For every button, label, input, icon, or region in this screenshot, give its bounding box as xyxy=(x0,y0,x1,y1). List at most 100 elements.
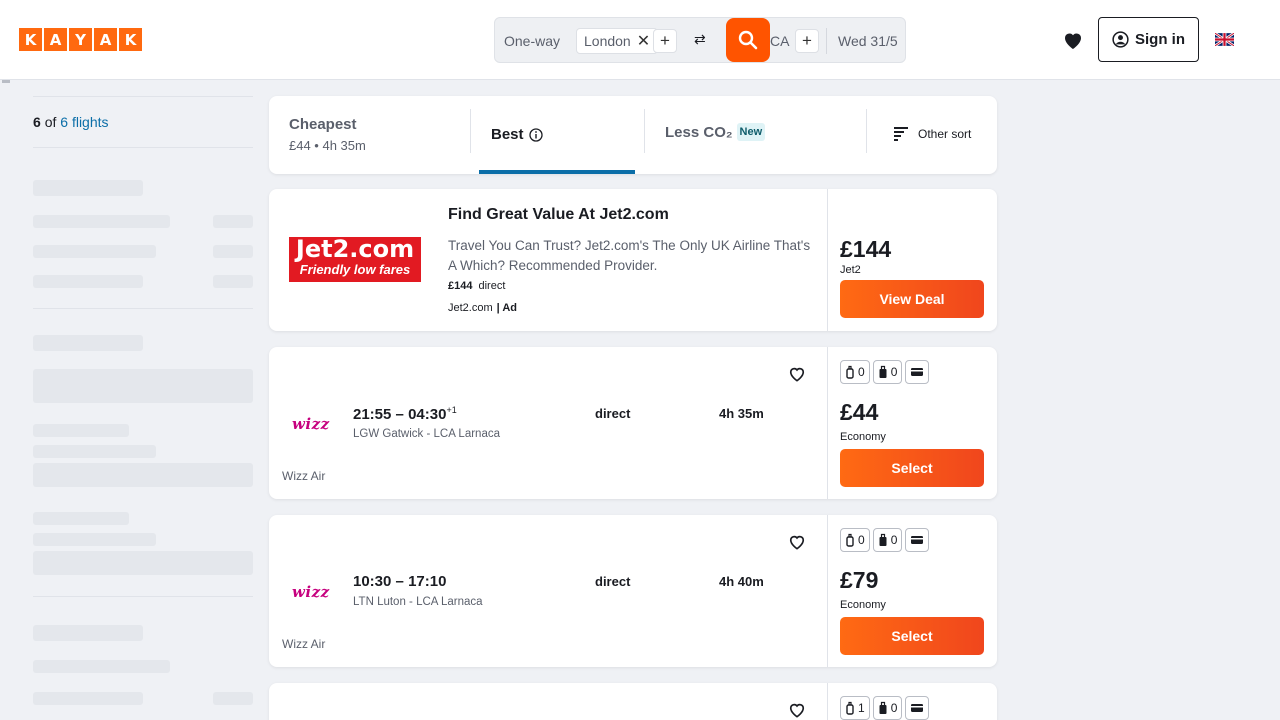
logo-letter: K xyxy=(19,28,42,51)
personal-bag-icon xyxy=(846,365,854,379)
carry-on-badge: 0 xyxy=(872,360,903,384)
logo-letter: Y xyxy=(69,28,92,51)
info-icon[interactable] xyxy=(528,127,543,142)
select-button[interactable]: Select xyxy=(840,617,984,655)
filter-skeleton xyxy=(33,463,253,487)
tab-less-co2[interactable]: Less CO₂ New xyxy=(665,123,766,141)
kayak-logo[interactable]: K A Y A K xyxy=(19,28,142,51)
tab-cheapest-summary: £44 • 4h 35m xyxy=(289,138,366,153)
cabin-class: Economy xyxy=(840,431,886,443)
destination-field[interactable]: CA xyxy=(770,33,789,49)
filter-skeleton xyxy=(213,245,253,258)
wizz-air-logo: wizz xyxy=(292,583,330,601)
tab-best-title: Best xyxy=(491,126,524,143)
filter-skeleton xyxy=(33,245,156,258)
trip-type-select[interactable]: One-way xyxy=(504,33,560,49)
results-shown: 6 xyxy=(33,114,41,130)
arrive-time: 17:10 xyxy=(408,573,447,590)
select-button[interactable]: Select xyxy=(840,449,984,487)
tab-cheapest[interactable]: Cheapest £44 • 4h 35m xyxy=(289,116,366,153)
flight-result-card[interactable]: 1 0 xyxy=(269,683,997,720)
sign-in-button[interactable]: Sign in xyxy=(1098,17,1199,62)
price-column-divider xyxy=(827,189,828,331)
ad-provider: Jet2 xyxy=(840,264,861,276)
logo-letter: A xyxy=(44,28,67,51)
depart-time: 10:30 xyxy=(353,573,392,590)
heart-icon xyxy=(1065,33,1081,49)
personal-bag-icon xyxy=(846,701,854,715)
flight-times: 10:30 – 17:10 xyxy=(353,573,447,590)
carry-on-count: 0 xyxy=(890,701,898,715)
depart-time: 21:55 xyxy=(353,406,392,423)
results-total-link[interactable]: 6 flights xyxy=(60,114,108,130)
logo-letter: K xyxy=(119,28,142,51)
carry-on-badge: 0 xyxy=(872,696,903,720)
ad-title[interactable]: Find Great Value At Jet2.com xyxy=(448,206,669,224)
personal-item-count: 0 xyxy=(858,533,865,547)
flight-duration: 4h 40m xyxy=(719,574,764,589)
jet2-logo-text: Jet2.com xyxy=(295,235,415,263)
personal-item-count: 0 xyxy=(858,365,865,379)
uk-flag-icon[interactable] xyxy=(1215,33,1234,46)
filter-skeleton xyxy=(33,512,129,525)
results-count: 6 of 6 flights xyxy=(33,114,109,130)
compact-search-bar: One-way London ✕ + ⇄ CA + Wed 31/5 xyxy=(494,17,906,63)
personal-item-badge: 0 xyxy=(840,528,870,552)
filter-divider xyxy=(33,147,253,148)
add-destination-button[interactable]: + xyxy=(795,29,819,53)
carry-on-bag-icon xyxy=(879,365,887,378)
search-button[interactable] xyxy=(726,18,770,62)
cabin-class: Economy xyxy=(840,599,886,611)
flight-result-card[interactable]: wizz 21:55 – 04:30+1 LGW Gatwick - LCA L… xyxy=(269,347,997,499)
sort-tabs: Cheapest £44 • 4h 35m Best Less CO₂ New … xyxy=(269,96,997,174)
sort-lines-icon xyxy=(894,127,908,141)
carry-on-count: 0 xyxy=(890,365,898,379)
jet2-logo-tagline: Friendly low fares xyxy=(299,262,411,277)
origin-chip[interactable]: London ✕ xyxy=(576,28,659,54)
filter-skeleton xyxy=(213,275,253,288)
flight-price: £79 xyxy=(840,567,879,593)
date-field[interactable]: Wed 31/5 xyxy=(838,33,898,49)
heart-outline-icon[interactable] xyxy=(787,532,807,552)
ad-card[interactable]: Jet2.com Friendly low fares Find Great V… xyxy=(269,189,997,331)
other-sort-button[interactable]: Other sort xyxy=(894,127,971,141)
baggage-info[interactable]: 1 0 xyxy=(840,696,930,720)
flight-result-card[interactable]: wizz 10:30 – 17:10 LTN Luton - LCA Larna… xyxy=(269,515,997,667)
top-header: K A Y A K One-way London ✕ + ⇄ CA + Wed … xyxy=(0,0,1280,80)
flight-route: LTN Luton - LCA Larnaca xyxy=(353,596,483,608)
swap-icon[interactable]: ⇄ xyxy=(694,31,706,48)
baggage-info[interactable]: 0 0 xyxy=(840,360,930,384)
filter-divider xyxy=(33,308,253,309)
active-tab-indicator xyxy=(479,170,635,174)
day-offset: +1 xyxy=(446,405,457,415)
tab-best[interactable]: Best xyxy=(491,126,543,143)
filter-skeleton xyxy=(33,180,143,196)
other-sort-label: Other sort xyxy=(918,127,972,141)
heart-outline-icon[interactable] xyxy=(787,364,807,384)
new-badge: New xyxy=(736,123,766,141)
flight-stops: direct xyxy=(595,406,631,421)
flight-price: £44 xyxy=(840,399,879,425)
filter-divider xyxy=(33,596,253,597)
filter-skeleton xyxy=(33,625,143,641)
filter-skeleton xyxy=(213,215,253,228)
view-deal-button[interactable]: View Deal xyxy=(840,280,984,318)
jet2-logo: Jet2.com Friendly low fares xyxy=(289,237,421,282)
filter-skeleton xyxy=(33,424,129,437)
baggage-info[interactable]: 0 0 xyxy=(840,528,930,552)
airline-name: Wizz Air xyxy=(282,469,326,483)
tab-co2-title: Less CO₂ xyxy=(665,123,733,141)
personal-item-count: 1 xyxy=(858,701,865,715)
carry-on-count: 0 xyxy=(890,533,898,547)
filter-skeleton xyxy=(33,445,156,458)
ad-label: | Ad xyxy=(496,302,518,314)
remove-origin-icon[interactable]: ✕ xyxy=(637,31,650,51)
add-origin-button[interactable]: + xyxy=(653,29,677,53)
credit-card-icon xyxy=(911,536,924,544)
credit-card-icon xyxy=(911,704,924,712)
filter-skeleton xyxy=(33,369,253,403)
sign-in-label: Sign in xyxy=(1135,31,1185,48)
saved-trips-button[interactable] xyxy=(1061,28,1085,52)
tab-divider xyxy=(470,109,471,153)
heart-outline-icon[interactable] xyxy=(787,700,807,720)
